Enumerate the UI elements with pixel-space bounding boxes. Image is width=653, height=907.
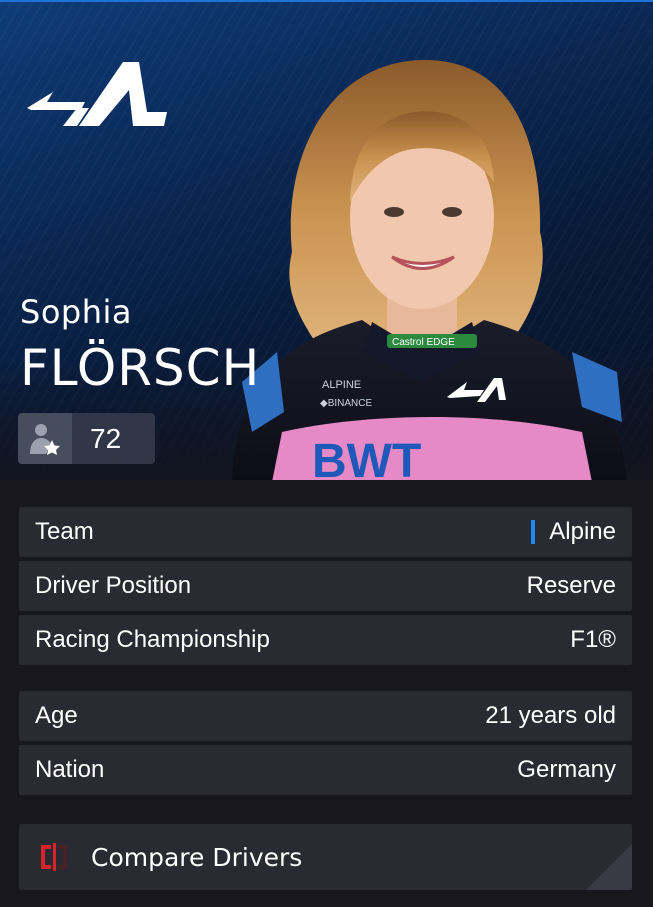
driver-rating-badge: 72 [18, 413, 155, 464]
driver-rating-value: 72 [90, 422, 122, 454]
detail-row-position: Driver Position Reserve [19, 561, 632, 611]
driver-star-icon [30, 423, 60, 455]
driver-portrait: BWT ALPINE ◆BINANCE Castrol EDGE [232, 59, 627, 480]
detail-label: Racing Championship [35, 626, 270, 653]
rating-icon-container [18, 413, 72, 464]
detail-label: Age [35, 702, 78, 729]
detail-label: Nation [35, 756, 105, 783]
compare-drivers-label: Compare Drivers [91, 842, 303, 872]
detail-label: Team [35, 518, 94, 545]
personal-details-group: Age 21 years old Nation Germany [19, 691, 632, 799]
team-color-bar [531, 520, 536, 544]
detail-label: Driver Position [35, 572, 192, 599]
detail-value: Germany [517, 756, 616, 783]
detail-row-championship: Racing Championship F1® [19, 615, 632, 665]
detail-value: F1® [570, 626, 616, 653]
detail-row-age: Age 21 years old [19, 691, 632, 741]
detail-row-team: Team Alpine [19, 507, 632, 557]
compare-drivers-button[interactable]: Compare Drivers [19, 824, 632, 890]
svg-text:BWT: BWT [312, 435, 421, 480]
detail-value: 21 years old [485, 702, 616, 729]
driver-hero: BWT ALPINE ◆BINANCE Castrol EDGE Sophia … [0, 0, 653, 480]
svg-text:◆BINANCE: ◆BINANCE [320, 398, 372, 409]
driver-first-name: Sophia [20, 293, 132, 331]
detail-row-nation: Nation Germany [19, 745, 632, 795]
svg-text:Castrol EDGE: Castrol EDGE [392, 337, 455, 348]
detail-value: Reserve [526, 572, 616, 599]
driver-last-name: FLÖRSCH [20, 339, 261, 397]
compare-icon [41, 843, 67, 871]
detail-value: Alpine [549, 518, 616, 545]
svg-text:ALPINE: ALPINE [322, 379, 361, 391]
driver-details-group: Team Alpine Driver Position Reserve Raci… [19, 507, 632, 669]
team-logo-icon [27, 62, 167, 126]
